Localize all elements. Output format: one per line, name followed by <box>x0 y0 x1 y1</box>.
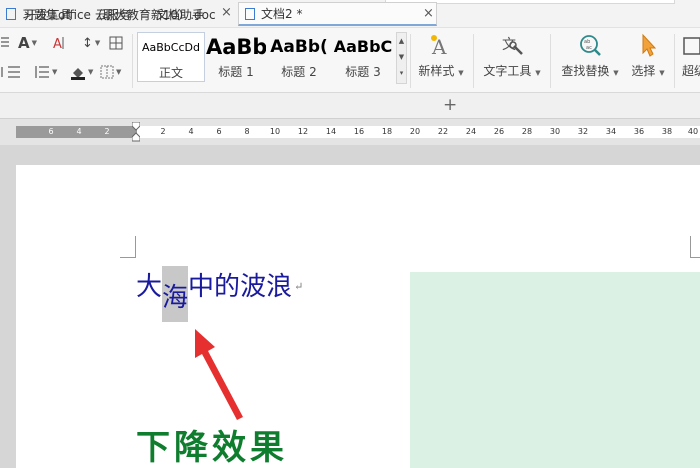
find-replace-icon: ab ac <box>558 32 622 62</box>
font-size-increase-button[interactable]: A ▼ <box>18 34 37 52</box>
ruler-number: 12 <box>297 127 309 136</box>
margin-corner-mark <box>120 236 136 258</box>
select-label: 选择 <box>631 64 656 78</box>
style-sample: AaBb <box>206 35 266 59</box>
borders-button[interactable]: ▼ <box>100 63 121 81</box>
document-icon <box>6 8 16 20</box>
document-tabs <box>0 93 700 119</box>
red-arrow <box>195 329 243 420</box>
tab-title: 文档2 * <box>261 7 303 21</box>
style-label: 标题 3 <box>345 65 381 79</box>
table-border-icon[interactable] <box>109 34 123 52</box>
ruler-number: 2 <box>160 127 166 136</box>
horizontal-ruler[interactable]: 6 4 2 2 4 6 8 10 12 14 16 18 20 22 24 26… <box>16 126 700 138</box>
ruler-number: 2 <box>104 127 110 136</box>
close-icon[interactable]: × <box>221 5 232 20</box>
green-shape[interactable] <box>410 272 700 468</box>
ruler-number: 14 <box>325 127 337 136</box>
ruler-number: 22 <box>437 127 449 136</box>
clear-format-button[interactable]: A <box>52 34 68 52</box>
text-char: 大 <box>136 272 163 302</box>
tab-title: 习题集office（职大教育新10）.doc <box>22 7 216 22</box>
add-tab-icon[interactable]: + <box>443 95 457 115</box>
ruler-number: 32 <box>577 127 589 136</box>
ruler-number: 4 <box>76 127 82 136</box>
style-sample: AaBbC <box>333 37 393 56</box>
paragraph-spacing-button[interactable]: ▼ <box>34 63 57 81</box>
ruler-number: 4 <box>188 127 194 136</box>
shading-fill-button[interactable]: ▼ <box>70 63 93 81</box>
text-tools-icon: 文 <box>480 32 544 62</box>
text-char: 浪 <box>266 272 293 302</box>
style-heading-2[interactable]: AaBb( 标题 2 <box>268 32 330 82</box>
new-style-icon: A <box>414 32 468 62</box>
new-style-label: 新样式 <box>418 64 455 78</box>
style-heading-1[interactable]: AaBb 标题 1 <box>206 32 266 82</box>
ruler-number: 10 <box>269 127 281 136</box>
new-style-button[interactable]: A 新样式 ▼ <box>414 32 468 88</box>
indent-marker-icon[interactable] <box>132 122 140 142</box>
select-button[interactable]: 选择 ▼ <box>627 32 669 88</box>
super-button[interactable]: 超级 <box>682 32 700 88</box>
find-replace-button[interactable]: ab ac 查找替换 ▼ <box>558 32 622 88</box>
close-icon[interactable]: × <box>423 6 434 21</box>
tab-document-exercises[interactable]: 习题集office（职大教育新10）.doc × <box>0 2 238 26</box>
ruler-number: 6 <box>48 127 54 136</box>
ruler-number: 16 <box>353 127 365 136</box>
style-gallery-scroll[interactable]: ▲ ▼ ▾ <box>396 32 407 84</box>
separator <box>674 34 675 88</box>
text-char: 中 <box>188 272 215 302</box>
ruler-number: 20 <box>409 127 421 136</box>
separator <box>410 34 411 88</box>
align-icon[interactable] <box>0 63 22 81</box>
list-indent-icon[interactable] <box>0 34 10 52</box>
text-line[interactable]: 大 海 中 的 波 浪 ↵ <box>136 266 304 322</box>
line-spacing-button[interactable]: ↕ ▼ <box>82 34 100 52</box>
separator <box>132 34 133 88</box>
separator <box>473 34 474 88</box>
ruler-number: 40 <box>687 127 699 136</box>
tab-document-2[interactable]: 文档2 * × <box>238 2 437 26</box>
line-spacing-icon: ↕ <box>82 35 93 51</box>
cursor-arrow-icon <box>627 32 669 62</box>
text-tools-button[interactable]: 文 文字工具 ▼ <box>480 32 544 88</box>
paragraph-mark: ↵ <box>294 280 304 293</box>
ruler-number: 24 <box>465 127 477 136</box>
style-heading-3[interactable]: AaBbC 标题 3 <box>332 32 394 82</box>
ruler-number: 28 <box>521 127 533 136</box>
style-sample: AaBb( <box>270 37 328 57</box>
effect-caption: 下降效果 <box>136 428 288 468</box>
ruler-number: 38 <box>661 127 673 136</box>
font-size-increase-icon: A <box>18 34 30 52</box>
svg-text:ac: ac <box>586 45 592 51</box>
super-icon <box>682 32 700 62</box>
svg-text:文: 文 <box>502 37 516 53</box>
ruler-number: 30 <box>549 127 561 136</box>
ruler-number: 36 <box>633 127 645 136</box>
text-char: 的 <box>214 272 241 302</box>
ruler-number: 6 <box>216 127 222 136</box>
text-char: 波 <box>240 272 267 302</box>
highlighted-char: 海 <box>162 266 189 322</box>
style-label: 标题 2 <box>281 65 317 79</box>
style-label: 正文 <box>158 66 183 80</box>
separator <box>550 34 551 88</box>
margin-corner-mark <box>690 236 700 258</box>
find-replace-label: 查找替换 <box>561 64 610 78</box>
svg-text:A: A <box>53 37 62 51</box>
style-label: 标题 1 <box>218 65 254 79</box>
ruler-number: 18 <box>381 127 393 136</box>
ruler-number: 34 <box>605 127 617 136</box>
ruler-number: 8 <box>244 127 250 136</box>
style-sample: AaBbCcDd <box>142 41 200 54</box>
ribbon: A ▼ A ↕ ▼ ▼ ▼ ▼ AaBbCcDd 正文 AaBb 标题 1 AaBb… <box>0 27 700 93</box>
text-tools-label: 文字工具 <box>483 64 532 78</box>
super-label: 超级 <box>682 64 700 78</box>
document-icon <box>245 7 255 20</box>
ruler-number: 26 <box>493 127 505 136</box>
style-normal[interactable]: AaBbCcDd 正文 <box>137 32 205 82</box>
